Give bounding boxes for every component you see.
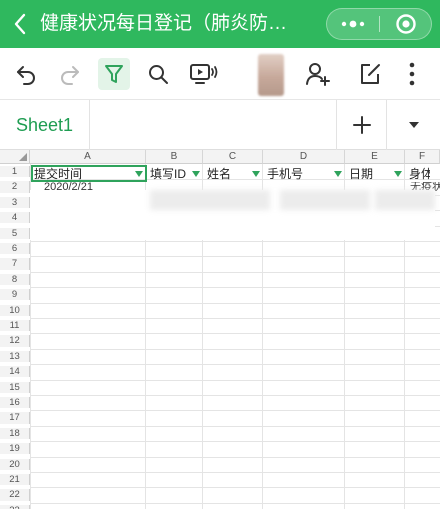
column-header-a[interactable]: A xyxy=(30,150,146,164)
grid-hline xyxy=(30,395,440,396)
grid-hline xyxy=(30,287,440,289)
spreadsheet-grid[interactable]: A B C D E F 1 2 3 4 5 6 7 8 9 10 11 12 13 14 15 16 17 18 19 20 21 2… xyxy=(0,150,440,509)
grid-hline xyxy=(30,333,440,335)
filter-dropdown-icon[interactable] xyxy=(334,171,342,177)
caret-down-icon xyxy=(408,122,419,128)
sheet-menu-button[interactable] xyxy=(386,100,440,150)
more-dots-icon xyxy=(341,20,365,28)
header-cell-e[interactable]: 日期 xyxy=(345,166,395,182)
header-cell-d[interactable]: 手机号 xyxy=(263,166,335,182)
row-header-2[interactable]: 2 xyxy=(0,181,30,193)
row-header-22[interactable]: 22 xyxy=(0,489,30,501)
grid-hline xyxy=(30,379,440,381)
row-header-15[interactable]: 15 xyxy=(0,381,30,393)
grid-hline xyxy=(30,364,440,366)
screen-share-button[interactable] xyxy=(188,58,220,90)
grid-hline xyxy=(30,487,440,489)
toolbar xyxy=(0,48,440,100)
grid-hline xyxy=(30,410,440,412)
more-vertical-button[interactable] xyxy=(396,58,428,90)
row-header-4[interactable]: 4 xyxy=(0,212,30,224)
row-header-18[interactable]: 18 xyxy=(0,427,30,439)
sheet-tabs-bar: Sheet1 xyxy=(0,100,440,150)
grid-hline xyxy=(30,502,440,504)
close-button[interactable] xyxy=(380,9,432,39)
row-header-3[interactable]: 3 xyxy=(0,196,30,208)
row-header-23[interactable]: 23 xyxy=(0,504,30,509)
tab-sheet1[interactable]: Sheet1 xyxy=(0,100,90,150)
column-header-e[interactable]: E xyxy=(345,150,405,164)
edit-button[interactable] xyxy=(354,58,386,90)
add-sheet-button[interactable] xyxy=(336,100,386,150)
add-user-icon xyxy=(306,63,330,86)
grid-hline xyxy=(30,348,440,350)
row-header-8[interactable]: 8 xyxy=(0,273,30,285)
page-title: 健康状况每日登记（肺炎防… xyxy=(40,13,288,34)
redacted-rows xyxy=(30,190,435,240)
row-header-14[interactable]: 14 xyxy=(0,366,30,378)
row-header-21[interactable]: 21 xyxy=(0,474,30,486)
grid-hline xyxy=(30,472,440,473)
more-button[interactable] xyxy=(327,9,379,39)
grid-hline xyxy=(30,302,440,304)
screen-share-icon xyxy=(190,64,218,84)
grid-hline xyxy=(30,271,440,273)
header-cell-c[interactable]: 姓名 xyxy=(203,166,253,182)
column-header-b[interactable]: B xyxy=(146,150,203,164)
row-header-12[interactable]: 12 xyxy=(0,335,30,347)
title-bar: 健康状况每日登记（肺炎防… xyxy=(0,0,440,48)
filter-dropdown-icon[interactable] xyxy=(192,171,200,177)
edit-icon xyxy=(361,64,380,84)
row-header-9[interactable]: 9 xyxy=(0,289,30,301)
grid-hline xyxy=(30,456,440,458)
corner-triangle-icon xyxy=(19,153,27,161)
grid-hline xyxy=(30,425,440,427)
filter-dropdown-icon[interactable] xyxy=(394,171,402,177)
filter-button[interactable] xyxy=(98,58,130,90)
row-header-7[interactable]: 7 xyxy=(0,258,30,270)
grid-hline xyxy=(30,256,440,258)
select-all-corner[interactable] xyxy=(0,150,30,164)
row-header-16[interactable]: 16 xyxy=(0,397,30,409)
search-button[interactable] xyxy=(142,58,174,90)
header-cell-f[interactable]: 身体的 xyxy=(405,166,430,182)
blurred-avatar xyxy=(258,54,284,96)
grid-hline xyxy=(30,241,440,242)
plus-icon xyxy=(352,116,371,134)
more-vertical-icon xyxy=(409,62,415,86)
filter-dropdown-icon[interactable] xyxy=(252,171,260,177)
close-circle-icon xyxy=(396,14,416,34)
undo-button[interactable] xyxy=(10,58,42,90)
grid-hline xyxy=(30,441,440,443)
header-cell-b[interactable]: 填写ID xyxy=(146,166,193,182)
row-header-10[interactable]: 10 xyxy=(0,304,30,316)
filter-icon xyxy=(105,65,123,83)
redo-icon xyxy=(61,66,79,85)
column-header-c[interactable]: C xyxy=(203,150,263,164)
back-chevron-icon xyxy=(14,13,26,35)
row-header-19[interactable]: 19 xyxy=(0,443,30,455)
row-header-17[interactable]: 17 xyxy=(0,412,30,424)
row-header-1[interactable]: 1 xyxy=(0,166,30,178)
column-header-f[interactable]: F xyxy=(405,150,440,164)
mini-program-capsule xyxy=(326,8,432,40)
undo-icon xyxy=(17,66,35,85)
grid-hline xyxy=(30,318,440,319)
row-header-5[interactable]: 5 xyxy=(0,227,30,239)
column-header-d[interactable]: D xyxy=(263,150,345,164)
row-header-13[interactable]: 13 xyxy=(0,350,30,362)
redo-button[interactable] xyxy=(54,58,86,90)
add-collaborator-button[interactable] xyxy=(302,58,334,90)
selected-cell-A1[interactable] xyxy=(31,165,147,182)
row-header-11[interactable]: 11 xyxy=(0,320,30,332)
row-header-6[interactable]: 6 xyxy=(0,243,30,255)
back-button[interactable] xyxy=(6,8,34,40)
search-icon xyxy=(149,65,168,84)
row-header-20[interactable]: 20 xyxy=(0,458,30,470)
